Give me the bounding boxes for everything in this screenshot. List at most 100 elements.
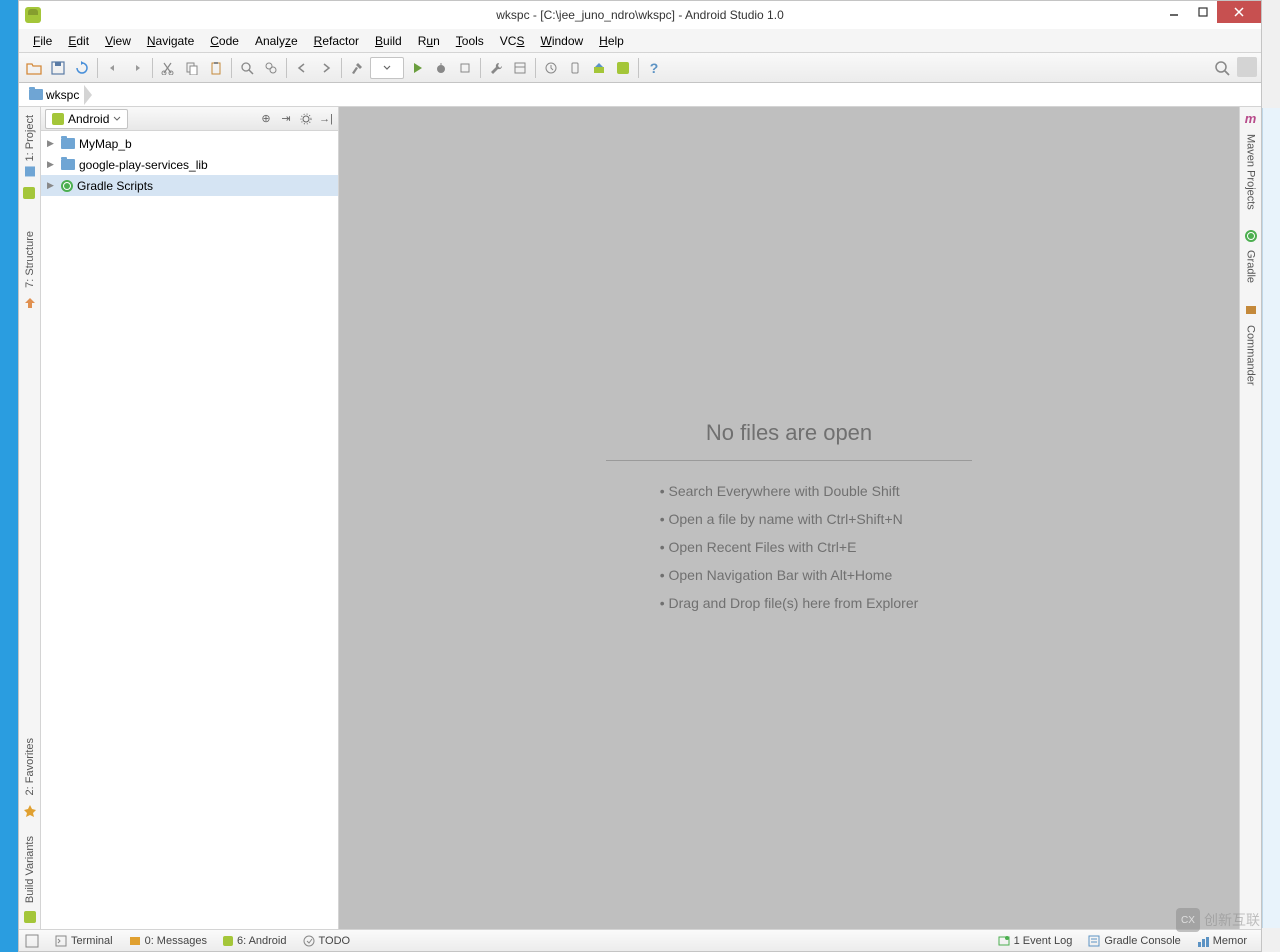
menu-refactor[interactable]: Refactor <box>306 32 367 50</box>
help-icon: ? <box>650 60 659 76</box>
find-button[interactable] <box>236 57 258 79</box>
menu-code[interactable]: Code <box>202 32 247 50</box>
status-event-log[interactable]: 1 Event Log <box>990 935 1081 947</box>
open-button[interactable] <box>23 57 45 79</box>
menu-build[interactable]: Build <box>367 32 410 50</box>
hide-panel-button[interactable]: →| <box>318 111 334 127</box>
editor-area[interactable]: No files are open • Search Everywhere wi… <box>339 107 1239 929</box>
sync-gradle-button[interactable] <box>540 57 562 79</box>
breadcrumb-item[interactable]: wkspc <box>25 83 98 107</box>
project-tool-window: Android ⊕ ⇥ →| ▶ MyMap_b ▶ <box>41 107 339 929</box>
menu-window[interactable]: Window <box>532 32 591 50</box>
android-monitor-button[interactable] <box>612 57 634 79</box>
menu-view[interactable]: View <box>97 32 139 50</box>
menu-navigate[interactable]: Navigate <box>139 32 202 50</box>
paste-button[interactable] <box>205 57 227 79</box>
sdk-manager-button[interactable] <box>588 57 610 79</box>
redo-button[interactable] <box>126 57 148 79</box>
menubar: File Edit View Navigate Code Analyze Ref… <box>19 29 1261 53</box>
right-tool-window-bar: m Maven Projects Gradle Commander <box>1239 107 1261 929</box>
menu-file[interactable]: File <box>25 32 60 50</box>
project-view-dropdown[interactable]: Android <box>45 109 128 129</box>
forward-icon <box>319 61 333 75</box>
run-button[interactable] <box>406 57 428 79</box>
cut-icon <box>161 61 175 75</box>
redo-icon <box>130 61 144 75</box>
status-gradle-console[interactable]: Gradle Console <box>1080 935 1188 947</box>
sync-button[interactable] <box>71 57 93 79</box>
project-tab-icon <box>24 165 36 177</box>
maven-icon: m <box>1245 111 1257 126</box>
gutter-commander[interactable]: Commander <box>1245 317 1257 394</box>
android-studio-window: wkspc - [C:\jee_juno_ndro\wkspc] - Andro… <box>18 0 1262 952</box>
back-button[interactable] <box>291 57 313 79</box>
breadcrumb-label: wkspc <box>46 88 79 102</box>
minimize-button[interactable] <box>1161 1 1189 23</box>
menu-run[interactable]: Run <box>410 32 448 50</box>
tree-item-google-play[interactable]: ▶ google-play-services_lib <box>41 154 338 175</box>
tree-item-gradle-scripts[interactable]: ▶ Gradle Scripts <box>41 175 338 196</box>
menu-tools[interactable]: Tools <box>448 32 492 50</box>
collapse-all-button[interactable]: ⇥ <box>278 111 294 127</box>
settings-button[interactable] <box>485 57 507 79</box>
gutter-favorites[interactable]: 2: Favorites <box>24 730 36 803</box>
editor-tip: • Open Navigation Bar with Alt+Home <box>660 561 919 589</box>
panel-settings-button[interactable] <box>298 111 314 127</box>
android-variant-icon <box>24 911 36 923</box>
save-button[interactable] <box>47 57 69 79</box>
save-icon <box>51 61 65 75</box>
project-structure-button[interactable] <box>509 57 531 79</box>
status-terminal[interactable]: Terminal <box>47 935 121 947</box>
copy-button[interactable] <box>181 57 203 79</box>
maximize-button[interactable] <box>1189 1 1217 23</box>
gradle-console-icon <box>1088 935 1100 947</box>
bug-icon <box>434 61 448 75</box>
status-messages[interactable]: 0: Messages <box>121 935 215 947</box>
status-todo[interactable]: TODO <box>295 935 359 947</box>
tree-expand-icon[interactable]: ▶ <box>47 180 57 191</box>
menu-edit[interactable]: Edit <box>60 32 97 50</box>
debug-button[interactable] <box>430 57 452 79</box>
help-button[interactable]: ? <box>643 57 665 79</box>
chevron-down-icon <box>113 115 121 123</box>
play-icon <box>410 61 424 75</box>
messages-icon <box>129 935 141 947</box>
toolbar: ? <box>19 53 1261 83</box>
attach-icon <box>458 61 472 75</box>
gutter-build-variants[interactable]: Build Variants <box>24 828 36 911</box>
status-android[interactable]: 6: Android <box>215 935 295 947</box>
undo-icon <box>106 61 120 75</box>
gutter-project[interactable]: 1: Project <box>24 107 36 185</box>
editor-tip: • Search Everywhere with Double Shift <box>660 477 919 505</box>
android-icon <box>223 936 233 946</box>
tree-expand-icon[interactable]: ▶ <box>47 138 57 149</box>
tree-item-mymap[interactable]: ▶ MyMap_b <box>41 133 338 154</box>
gutter-structure[interactable]: 7: Structure <box>24 223 36 296</box>
menu-vcs[interactable]: VCS <box>492 32 533 50</box>
tree-expand-icon[interactable]: ▶ <box>47 159 57 170</box>
desktop-left-edge <box>0 0 18 952</box>
make-button[interactable] <box>346 57 368 79</box>
tree-item-label: MyMap_b <box>79 137 132 151</box>
run-config-dropdown[interactable] <box>370 57 404 79</box>
menu-help[interactable]: Help <box>591 32 632 50</box>
event-log-icon <box>998 935 1010 947</box>
attach-debugger-button[interactable] <box>454 57 476 79</box>
cut-button[interactable] <box>157 57 179 79</box>
undo-button[interactable] <box>102 57 124 79</box>
gradle-sync-icon <box>544 61 558 75</box>
android-gutter-icon[interactable] <box>23 187 37 201</box>
status-memory[interactable]: Memor <box>1189 935 1255 947</box>
close-button[interactable] <box>1217 1 1261 23</box>
gutter-gradle[interactable]: Gradle <box>1245 242 1257 291</box>
avd-manager-button[interactable] <box>564 57 586 79</box>
tool-window-toggle[interactable] <box>1237 57 1257 77</box>
editor-tips: • Search Everywhere with Double Shift • … <box>660 477 919 617</box>
replace-button[interactable] <box>260 57 282 79</box>
forward-button[interactable] <box>315 57 337 79</box>
search-everywhere-button[interactable] <box>1211 57 1233 79</box>
menu-analyze[interactable]: Analyze <box>247 32 306 50</box>
status-toggle[interactable] <box>25 934 47 948</box>
scroll-from-source-button[interactable]: ⊕ <box>258 111 274 127</box>
gutter-maven[interactable]: Maven Projects <box>1245 126 1257 218</box>
